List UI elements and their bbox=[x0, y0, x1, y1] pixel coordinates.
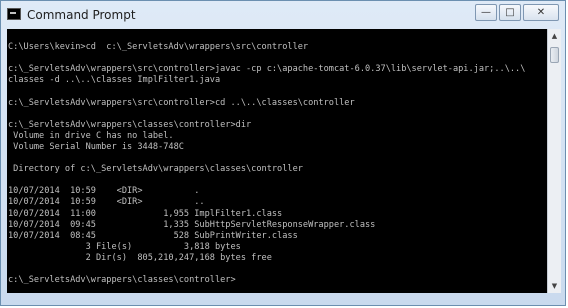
maximize-button[interactable]: □ bbox=[499, 4, 521, 21]
console-line: C:\Users\kevin>cd c:\_ServletsAdv\wrappe… bbox=[8, 42, 309, 53]
scroll-up-arrow-icon[interactable]: ▲ bbox=[548, 29, 561, 43]
console-line: Directory of c:\_ServletsAdv\wrappers\cl… bbox=[8, 164, 303, 175]
console-output[interactable]: C:\Users\kevin>cd c:\_ServletsAdv\wrappe… bbox=[7, 29, 547, 293]
window-title: Command Prompt bbox=[27, 8, 136, 22]
title-bar[interactable]: Command Prompt — □ ✕ bbox=[1, 1, 565, 29]
vertical-scrollbar[interactable]: ▲ ▼ bbox=[547, 29, 561, 293]
command-prompt-window: Command Prompt — □ ✕ C:\Users\kevin>cd c… bbox=[0, 0, 566, 306]
console-line: 10/07/2014 09:45 1,335 SubHttpServletRes… bbox=[8, 219, 376, 230]
console-line: Volume Serial Number is 3448-748C bbox=[8, 141, 184, 152]
console-line: classes -d ..\..\classes ImplFilter1.jav… bbox=[8, 75, 221, 86]
console-line: 3 File(s) 3,818 bytes bbox=[8, 241, 241, 252]
console-line: c:\_ServletsAdv\wrappers\src\controller>… bbox=[8, 64, 526, 75]
console-line: 10/07/2014 08:45 528 SubPrintWriter.clas… bbox=[8, 230, 298, 241]
console-line: 2 Dir(s) 805,210,247,168 bytes free bbox=[8, 252, 272, 263]
window-controls: — □ ✕ bbox=[475, 4, 559, 21]
console-text: C:\Users\kevin>cd c:\_ServletsAdv\wrappe… bbox=[7, 29, 547, 286]
close-button[interactable]: ✕ bbox=[523, 4, 559, 21]
console-line: c:\_ServletsAdv\wrappers\classes\control… bbox=[8, 119, 252, 130]
window-bottom-frame bbox=[1, 291, 565, 305]
console-line: 10/07/2014 10:59 <DIR> . bbox=[8, 186, 200, 197]
scrollbar-thumb[interactable] bbox=[550, 47, 559, 63]
console-line: 10/07/2014 10:59 <DIR> .. bbox=[8, 197, 205, 208]
console-line: Volume in drive C has no label. bbox=[8, 130, 174, 141]
console-line: c:\_ServletsAdv\wrappers\classes\control… bbox=[8, 275, 236, 286]
command-prompt-icon[interactable] bbox=[7, 8, 21, 20]
console-line: c:\_ServletsAdv\wrappers\src\controller>… bbox=[8, 97, 355, 108]
console-line: 10/07/2014 11:00 1,955 ImplFilter1.class bbox=[8, 208, 283, 219]
minimize-button[interactable]: — bbox=[475, 4, 497, 21]
